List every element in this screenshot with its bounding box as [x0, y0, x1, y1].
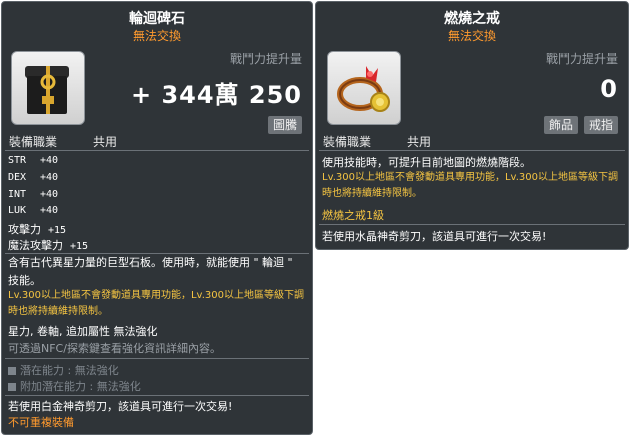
item-icon-box: [327, 51, 401, 125]
combat-power-value: + 344萬 250: [130, 81, 302, 109]
level-restriction-note: Lv.300以上地區不會發動道具專用功能，Lv.300以上地區等級下調時也將持續…: [322, 172, 618, 199]
scissors-note: 若使用白金神奇剪刀，該道具可進行一次交易!: [8, 400, 233, 413]
level-restriction-note: Lv.300以上地區不會發動道具專用功能，Lv.300以上地區等級下調時也將持續…: [8, 290, 304, 317]
nfc-note: 可透過NFC/探索鍵查看強化資訊詳細內容。: [8, 342, 221, 355]
ring-icon: [337, 66, 390, 112]
divider: [319, 224, 625, 225]
divider: [5, 358, 309, 359]
item-tooltip-burning-ring: 燃燒之戒 無法交換 戰鬥力提升量 0 飾品 戒指 裝備職業 共用 使用技能時，可…: [315, 1, 629, 250]
additional-potential-icon: [8, 383, 16, 391]
item-icon-box: [11, 51, 85, 125]
stat-line: LUK +40: [8, 205, 59, 216]
stat-line: 魔法攻擊力 +15: [8, 239, 89, 252]
potential-line: 潛在能力 : 無法強化: [8, 362, 306, 378]
divider: [5, 150, 309, 151]
category-tag: 圖騰: [267, 116, 302, 134]
stat-line: INT +40: [8, 189, 59, 200]
stat-line: DEX +40: [8, 172, 59, 183]
item-description: 含有古代異星力量的巨型石板。使用時，就能使用 " 輪迴 " 技能。: [8, 256, 293, 287]
combat-power-value: 0: [600, 75, 618, 103]
item-title: 燃燒之戒: [444, 11, 500, 27]
potential-icon: [8, 367, 16, 375]
upgrade-info: 星力, 卷軸, 追加屬性 無法強化: [8, 325, 158, 338]
trade-status: 無法交換: [447, 29, 496, 43]
item-tooltip-reincarnation-stone: 輪迴碑石 無法交換 戰鬥力提升量 + 344萬 250 圖騰 裝備職業 共用 S…: [1, 1, 313, 435]
divider: [319, 150, 625, 151]
stone-tablet-icon: [25, 66, 69, 114]
category-tag: 戒指: [583, 116, 618, 134]
trade-status: 無法交換: [132, 29, 181, 43]
scissors-note: 若使用水晶神奇剪刀，該道具可進行一次交易!: [322, 230, 547, 243]
stat-line: 攻擊力 +15: [8, 223, 67, 236]
additional-potential-line: 附加潛在能力 : 無法強化: [8, 378, 306, 394]
divider: [5, 395, 309, 396]
job-label: 裝備職業: [9, 135, 58, 149]
reequip-note: 不可重複裝備: [8, 416, 74, 429]
ring-level: 燃燒之戒1級: [322, 209, 384, 222]
job-value: 共用: [407, 135, 432, 149]
category-tag: 飾品: [543, 116, 578, 134]
stat-line: STR +40: [8, 155, 59, 166]
item-description: 使用技能時，可提升目前地圖的燃燒階段。: [322, 156, 531, 169]
combat-power-label: 戰鬥力提升量: [545, 52, 618, 66]
item-title: 輪迴碑石: [129, 11, 185, 27]
job-value: 共用: [93, 135, 118, 149]
combat-power-label: 戰鬥力提升量: [229, 52, 302, 66]
job-label: 裝備職業: [323, 135, 372, 149]
